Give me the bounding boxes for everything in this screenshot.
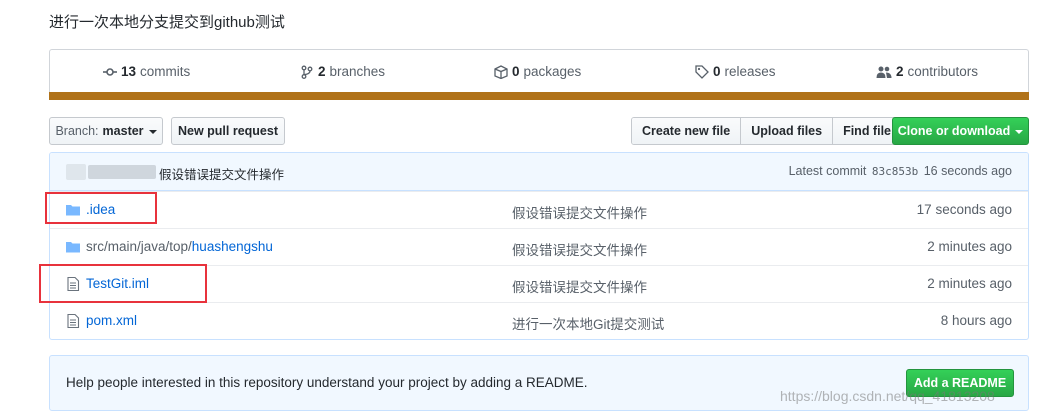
file-age: 17 seconds ago bbox=[916, 202, 1012, 217]
packages-label: packages bbox=[523, 64, 582, 79]
commit-icon bbox=[103, 67, 117, 76]
file-row: .idea 假设错误提交文件操作 17 seconds ago bbox=[50, 191, 1028, 228]
file-row: pom.xml 进行一次本地Git提交测试 8 hours ago bbox=[50, 302, 1028, 339]
file-icon bbox=[67, 314, 80, 328]
latest-commit-info: Latest commit 83c853b 16 seconds ago bbox=[789, 164, 1012, 178]
commit-sha[interactable]: 83c853b bbox=[872, 165, 918, 178]
new-pull-request-button[interactable]: New pull request bbox=[171, 117, 285, 145]
avatar[interactable] bbox=[66, 164, 86, 180]
file-name-link[interactable]: pom.xml bbox=[86, 313, 137, 328]
file-row: src/main/java/top/huashengshu 假设错误提交文件操作… bbox=[50, 228, 1028, 265]
language-bar bbox=[49, 92, 1029, 100]
file-commit-message[interactable]: 进行一次本地Git提交测试 bbox=[512, 313, 664, 333]
latest-commit-age: 16 seconds ago bbox=[923, 164, 1012, 178]
releases-link[interactable]: 0 releases bbox=[695, 64, 776, 79]
latest-commit-label: Latest commit bbox=[788, 164, 867, 178]
packages-count: 0 bbox=[512, 64, 520, 79]
create-new-file-button[interactable]: Create new file bbox=[632, 118, 741, 144]
contributors-count: 2 bbox=[896, 64, 904, 79]
file-age: 2 minutes ago bbox=[927, 239, 1012, 254]
branches-link[interactable]: 2 branches bbox=[300, 64, 385, 79]
annotation-highlight-box bbox=[39, 264, 207, 303]
people-icon bbox=[876, 66, 892, 78]
blurred-author-name bbox=[88, 165, 156, 179]
folder-icon bbox=[66, 242, 80, 253]
file-commit-message[interactable]: 假设错误提交文件操作 bbox=[512, 239, 647, 259]
commits-link[interactable]: 13 commits bbox=[103, 64, 190, 79]
releases-label: releases bbox=[724, 64, 776, 79]
releases-count: 0 bbox=[713, 64, 721, 79]
repo-description: 进行一次本地分支提交到github测试 bbox=[49, 14, 285, 31]
chevron-down-icon bbox=[148, 130, 157, 134]
package-icon bbox=[494, 64, 508, 79]
watermark: https://blog.csdn.net/qq_41813208 bbox=[780, 388, 995, 404]
upload-files-button[interactable]: Upload files bbox=[740, 118, 833, 144]
branch-name: master bbox=[102, 124, 144, 138]
tag-icon bbox=[695, 64, 709, 79]
packages-link[interactable]: 0 packages bbox=[494, 64, 581, 79]
branch-icon bbox=[301, 65, 313, 79]
commits-count: 13 bbox=[121, 64, 137, 79]
branches-label: branches bbox=[329, 64, 386, 79]
file-commit-message[interactable]: 假设错误提交文件操作 bbox=[512, 276, 647, 296]
branches-count: 2 bbox=[318, 64, 326, 79]
file-name-link[interactable]: src/main/java/top/huashengshu bbox=[86, 239, 273, 254]
clone-label: Clone or download bbox=[897, 124, 1011, 138]
branch-select-button[interactable]: Branch: master bbox=[49, 117, 163, 145]
latest-commit-message[interactable]: 假设错误提交文件操作 bbox=[159, 164, 284, 183]
find-file-button[interactable]: Find file bbox=[832, 118, 901, 144]
contributors-link[interactable]: 2 contributors bbox=[876, 64, 978, 79]
file-age: 8 hours ago bbox=[940, 313, 1012, 328]
file-commit-message[interactable]: 假设错误提交文件操作 bbox=[512, 202, 647, 222]
chevron-down-icon bbox=[1015, 130, 1024, 134]
annotation-highlight-box bbox=[45, 192, 157, 224]
file-age: 2 minutes ago bbox=[927, 276, 1012, 291]
clone-or-download-button[interactable]: Clone or download bbox=[892, 117, 1029, 145]
commits-label: commits bbox=[140, 64, 191, 79]
file-table: 假设错误提交文件操作 Latest commit 83c853b 16 seco… bbox=[49, 152, 1029, 340]
branch-prefix: Branch: bbox=[55, 124, 99, 138]
file-actions-group: Create new file Upload files Find file bbox=[631, 117, 902, 145]
latest-commit-bar: 假设错误提交文件操作 Latest commit 83c853b 16 seco… bbox=[50, 153, 1028, 191]
contributors-label: contributors bbox=[907, 64, 979, 79]
readme-prompt-text: Help people interested in this repositor… bbox=[66, 375, 588, 390]
